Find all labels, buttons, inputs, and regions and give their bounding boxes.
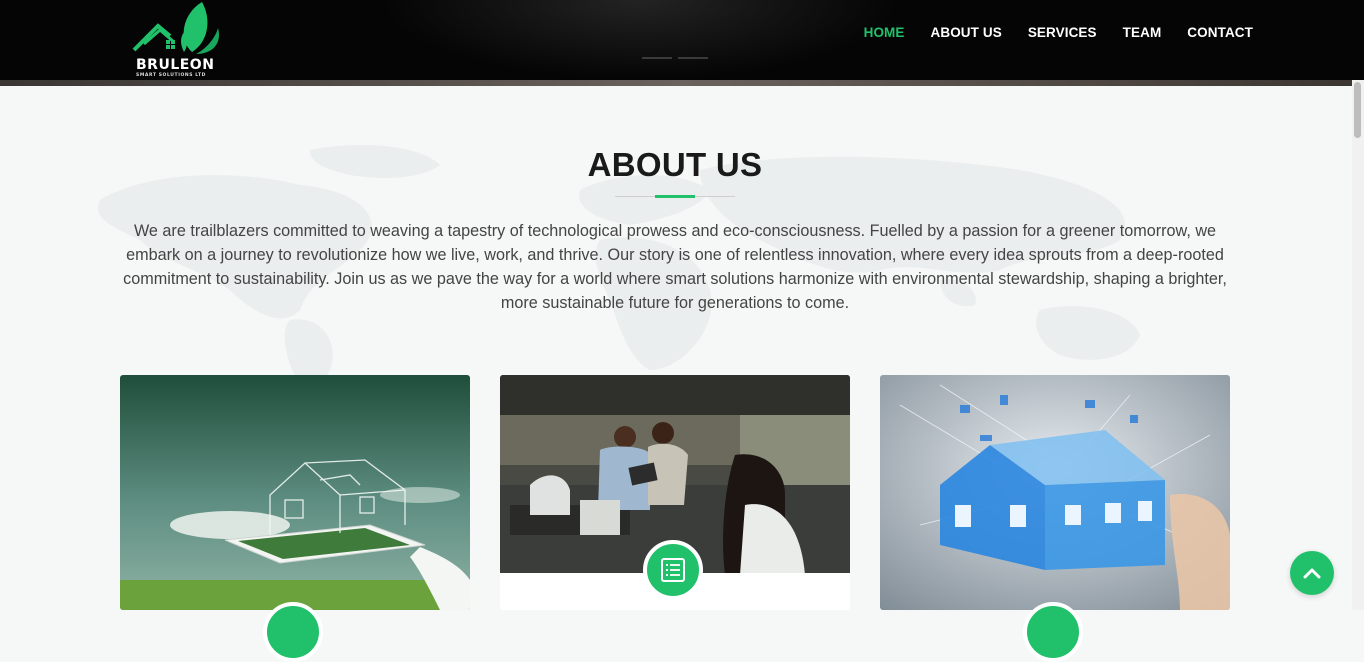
nav-home[interactable]: HOME [851, 24, 918, 42]
slider-dot[interactable] [642, 57, 672, 59]
slider-dot[interactable] [678, 57, 708, 59]
nav-contact[interactable]: CONTACT [1174, 24, 1266, 42]
card-badge-icon [263, 602, 323, 662]
hero-backdrop [380, 0, 900, 80]
holographic-house-image [120, 375, 470, 610]
site-header: BRULEON SMART SOLUTIONS LTD HOME ABOUT U… [0, 0, 1364, 80]
back-to-top-button[interactable] [1290, 551, 1334, 595]
page-scrollbar[interactable] [1352, 80, 1364, 610]
nav-services[interactable]: SERVICES [1015, 24, 1110, 42]
main-nav: HOME ABOUT US SERVICES TEAM CONTACT [851, 24, 1266, 42]
section-title: ABOUT US [587, 146, 763, 183]
list-icon [643, 540, 703, 600]
smart-home-network-image [880, 375, 1230, 610]
brand-name: BRULEON [136, 57, 215, 73]
card-smart-home[interactable] [880, 375, 1230, 610]
chevron-up-icon [1303, 568, 1321, 579]
about-description: We are trailblazers committed to weaving… [123, 222, 1227, 312]
title-accent-bar [655, 195, 695, 198]
card-smart-property[interactable] [120, 375, 470, 610]
slider-indicators [642, 57, 708, 59]
nav-team[interactable]: TEAM [1110, 24, 1175, 42]
hero-image-edge [0, 80, 1364, 86]
nav-about-us[interactable]: ABOUT US [918, 24, 1015, 42]
card-badge-icon [1023, 602, 1083, 662]
scrollbar-thumb[interactable] [1354, 82, 1361, 138]
brand-tagline: SMART SOLUTIONS LTD [136, 73, 206, 78]
